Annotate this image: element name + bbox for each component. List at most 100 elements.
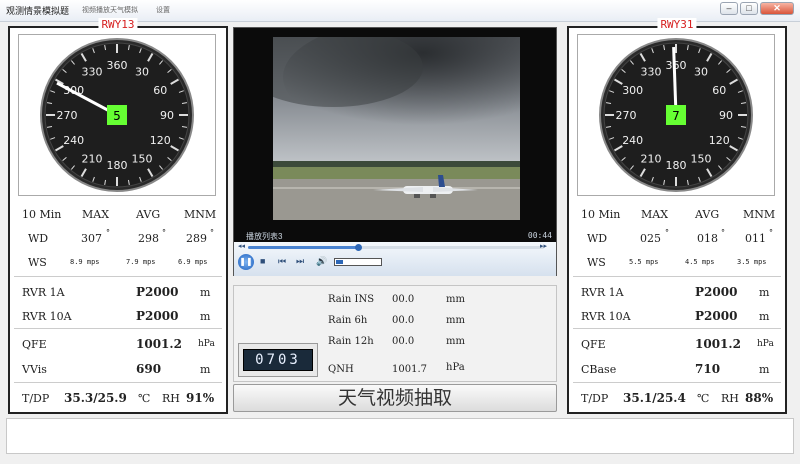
rvr1a-label: RVR 1A <box>581 286 624 299</box>
wd-avg: 018 <box>697 232 718 245</box>
qnh-value: 1001.7 <box>392 364 427 375</box>
rvr10a-value: P2000 <box>695 309 738 323</box>
rh-label: RH <box>721 392 739 405</box>
rain-12h-label: Rain 12h <box>328 336 374 347</box>
dial-label: 150 <box>132 152 153 165</box>
wd-min: 289 <box>186 232 207 245</box>
qnh-unit: hPa <box>446 362 465 373</box>
tdp-unit: ℃ <box>697 392 710 405</box>
wd-max: 025 <box>640 232 661 245</box>
ws-avg: 7.9 mps <box>126 258 156 266</box>
rvr1a-unit: m <box>759 286 770 299</box>
menu-item-video[interactable]: 视频播放天气模拟 <box>82 5 138 15</box>
forward-icon[interactable]: ▸▸ <box>540 242 547 250</box>
rh-value: 91% <box>186 391 215 405</box>
runway-panel-left: RWY13 3003303603060901201501802102402705… <box>8 18 228 414</box>
digital-clock: 0703 <box>238 343 318 377</box>
volume-level <box>336 260 343 264</box>
dial-label: 120 <box>709 134 730 147</box>
rain-6h-label: Rain 6h <box>328 315 368 326</box>
qnh-label: QNH <box>328 364 354 375</box>
clock-display: 0703 <box>243 349 313 371</box>
ws-label: WS <box>28 256 47 269</box>
rain-ins-value: 00.0 <box>392 294 415 305</box>
runway-label: RWY31 <box>657 18 697 31</box>
dial-label: 360 <box>666 59 687 72</box>
rvr10a-value: P2000 <box>136 309 179 323</box>
period-label: 10 Min <box>581 208 621 221</box>
dial-label: 30 <box>694 66 708 79</box>
volume-slider[interactable] <box>334 258 382 266</box>
tdp-label: T/DP <box>581 392 609 405</box>
qfe-unit: hPa <box>757 339 774 349</box>
wind-dial-box: 300 330 360 30 60 90 120 150 180 210 240 270 7 <box>577 34 775 196</box>
cbase-value: 710 <box>695 362 721 376</box>
vvis-label: VVis <box>22 363 47 376</box>
seek-bar[interactable] <box>248 244 544 251</box>
seek-handle[interactable] <box>354 244 362 251</box>
qfe-label: QFE <box>22 338 47 351</box>
rvr10a-unit: m <box>759 310 770 323</box>
rewind-icon[interactable]: ◂◂ <box>238 242 245 250</box>
status-bar <box>6 418 794 454</box>
menu-item-settings[interactable]: 设置 <box>156 5 170 15</box>
playlist-label[interactable]: 播放列表3 <box>246 231 282 242</box>
previous-icon[interactable]: ⏮ <box>278 256 286 267</box>
rvr1a-label: RVR 1A <box>22 286 65 299</box>
wind-speed-value: 7 <box>672 109 680 123</box>
qfe-unit: hPa <box>198 339 215 349</box>
qfe-value: 1001.2 <box>136 337 182 351</box>
player-controls: ◂◂ ▸▸ ❚❚ ■ ⏮ ⏭ 🔊 <box>234 242 556 276</box>
dial-label: 330 <box>641 66 662 79</box>
ws-label: WS <box>587 256 606 269</box>
minimize-button[interactable]: – <box>720 2 738 15</box>
volume-icon[interactable]: 🔊 <box>316 256 327 267</box>
rain-12h-unit: mm <box>446 336 465 347</box>
avg-header: AVG <box>695 208 720 221</box>
next-icon[interactable]: ⏭ <box>296 256 304 267</box>
rh-label: RH <box>162 392 180 405</box>
stop-icon[interactable]: ■ <box>260 256 265 266</box>
ws-max: 8.9 mps <box>70 258 100 266</box>
close-button[interactable]: ✕ <box>760 2 794 15</box>
video-player[interactable]: 播放列表3 00:44 ◂◂ ▸▸ ❚❚ ■ ⏮ ⏭ 🔊 <box>233 27 557 276</box>
tdp-value: 35.1/25.4 <box>623 391 686 405</box>
video-frame[interactable] <box>273 37 520 220</box>
extract-weather-video-button[interactable]: 天气视频抽取 <box>233 384 557 412</box>
wind-speed-value: 5 <box>113 109 121 123</box>
max-header: MAX <box>641 208 669 221</box>
dial-label: 30 <box>135 66 149 79</box>
dial-label: 120 <box>150 134 171 147</box>
ws-min: 6.9 mps <box>178 258 208 266</box>
rvr1a-value: P2000 <box>695 285 738 299</box>
dial-label: 90 <box>719 109 733 122</box>
rvr10a-label: RVR 10A <box>581 310 631 323</box>
dial-label: 60 <box>153 84 167 97</box>
wind-dial-box: 3003303603060901201501802102402705 <box>18 34 216 196</box>
tdp-label: T/DP <box>22 392 50 405</box>
wd-max: 307 <box>81 232 102 245</box>
rain-ins-unit: mm <box>446 294 465 305</box>
dial-label: 240 <box>63 134 84 147</box>
rain-6h-value: 00.0 <box>392 315 415 326</box>
qfe-value: 1001.2 <box>695 337 741 351</box>
vvis-unit: m <box>200 363 211 376</box>
dial-label: 270 <box>57 109 78 122</box>
dial-label: 210 <box>641 152 662 165</box>
video-time: 00:44 <box>527 231 552 240</box>
ws-avg: 4.5 mps <box>685 258 715 266</box>
rvr10a-unit: m <box>200 310 211 323</box>
wd-label: WD <box>28 232 49 245</box>
rain-6h-unit: mm <box>446 315 465 326</box>
ws-max: 5.5 mps <box>629 258 659 266</box>
period-label: 10 Min <box>22 208 62 221</box>
pause-button[interactable]: ❚❚ <box>238 254 254 270</box>
maximize-button[interactable]: □ <box>740 2 758 15</box>
qfe-label: QFE <box>581 338 606 351</box>
dial-label: 210 <box>82 152 103 165</box>
rain-12h-value: 00.0 <box>392 336 415 347</box>
wd-label: WD <box>587 232 608 245</box>
rh-value: 88% <box>745 391 774 405</box>
dial-label: 150 <box>691 152 712 165</box>
window-title: 观测情景模拟题 <box>6 6 70 16</box>
